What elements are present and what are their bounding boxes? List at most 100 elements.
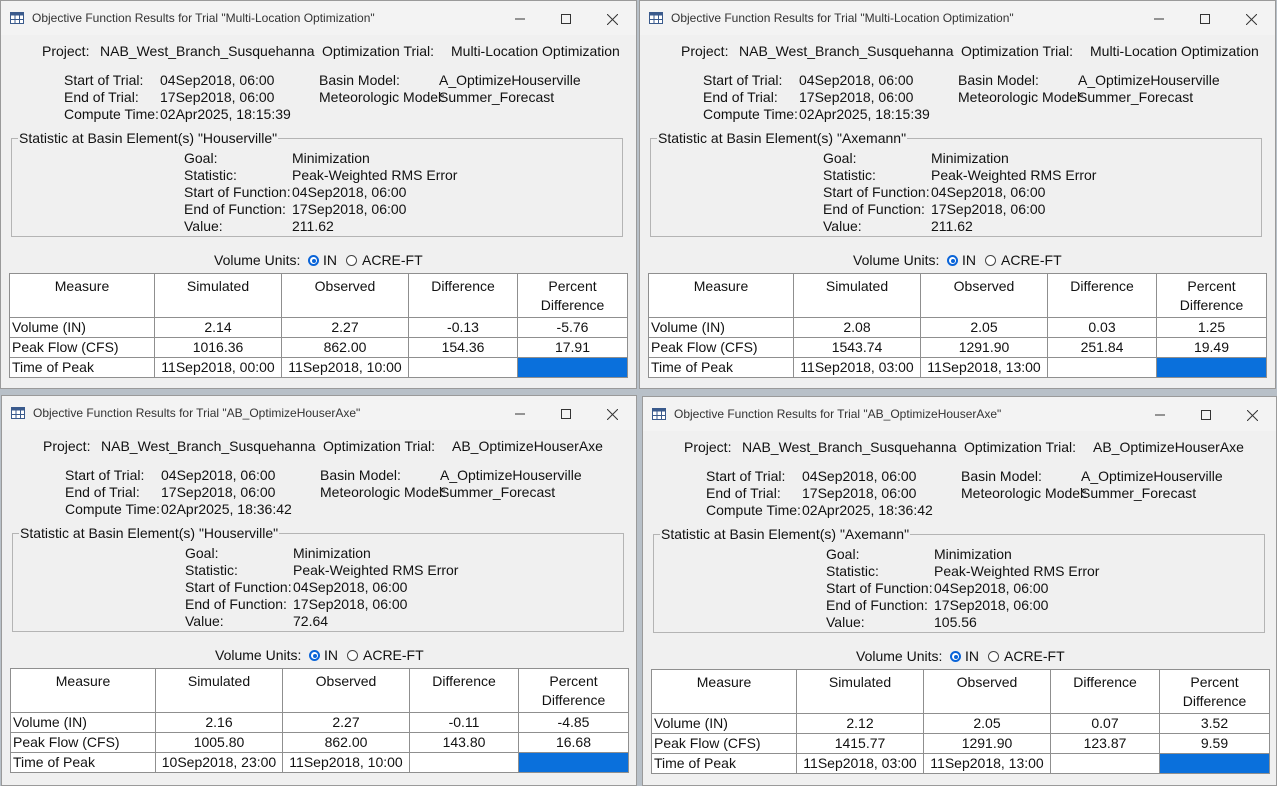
- maximize-icon[interactable]: [1186, 401, 1226, 427]
- table-cell[interactable]: Volume (IN): [9, 317, 155, 338]
- table-cell[interactable]: 11Sep2018, 03:00: [796, 753, 924, 774]
- column-header-observed[interactable]: Observed: [282, 668, 410, 713]
- minimize-icon[interactable]: [1139, 5, 1179, 31]
- minimize-icon[interactable]: [500, 5, 540, 31]
- table-cell[interactable]: 862.00: [281, 337, 409, 358]
- table-cell[interactable]: 251.84: [1047, 337, 1157, 358]
- table-row[interactable]: Volume (IN) 2.08 2.05 0.03 1.25: [648, 317, 1267, 338]
- unit-acre-ft-radio[interactable]: [985, 255, 996, 266]
- table-cell[interactable]: 2.05: [923, 713, 1051, 734]
- table-cell[interactable]: -0.11: [409, 712, 519, 733]
- table-cell[interactable]: 123.87: [1050, 733, 1160, 754]
- table-row[interactable]: Peak Flow (CFS) 1415.77 1291.90 123.87 9.59: [651, 733, 1270, 754]
- table-cell[interactable]: 1005.80: [155, 732, 283, 753]
- table-cell[interactable]: 0.03: [1047, 317, 1157, 338]
- table-cell[interactable]: 11Sep2018, 10:00: [282, 752, 410, 773]
- column-header-observed[interactable]: Observed: [281, 273, 409, 318]
- column-header-percent-difference[interactable]: Percent Difference: [517, 273, 628, 318]
- table-cell[interactable]: 2.14: [154, 317, 282, 338]
- table-row[interactable]: Time of Peak 11Sep2018, 00:00 11Sep2018, 1…: [9, 357, 628, 378]
- table-cell[interactable]: 9.59: [1159, 733, 1270, 754]
- unit-acre-ft-label[interactable]: ACRE-FT: [362, 252, 423, 268]
- title-bar[interactable]: Objective Function Results for Trial "AB…: [643, 397, 1276, 431]
- maximize-icon[interactable]: [1185, 5, 1225, 31]
- unit-acre-ft-radio[interactable]: [347, 650, 358, 661]
- maximize-icon[interactable]: [546, 400, 586, 426]
- column-header-observed[interactable]: Observed: [923, 669, 1051, 714]
- column-header-simulated[interactable]: Simulated: [154, 273, 282, 318]
- table-row[interactable]: Peak Flow (CFS) 1016.36 862.00 154.36 17.91: [9, 337, 628, 358]
- table-row[interactable]: Peak Flow (CFS) 1543.74 1291.90 251.84 19.49: [648, 337, 1267, 358]
- unit-in-label[interactable]: IN: [324, 647, 338, 663]
- table-row[interactable]: Volume (IN) 2.12 2.05 0.07 3.52: [651, 713, 1270, 734]
- table-cell[interactable]: Time of Peak: [648, 357, 794, 378]
- column-header-difference[interactable]: Difference: [408, 273, 518, 318]
- table-cell[interactable]: 11Sep2018, 13:00: [920, 357, 1048, 378]
- unit-acre-ft-label[interactable]: ACRE-FT: [1004, 648, 1065, 664]
- column-header-observed[interactable]: Observed: [920, 273, 1048, 318]
- table-cell[interactable]: [1047, 357, 1157, 378]
- table-cell[interactable]: 17.91: [517, 337, 628, 358]
- table-cell[interactable]: 1543.74: [793, 337, 921, 358]
- column-header-measure[interactable]: Measure: [648, 273, 794, 318]
- table-row[interactable]: Time of Peak 11Sep2018, 03:00 11Sep2018, 1…: [648, 357, 1267, 378]
- table-cell[interactable]: 0.07: [1050, 713, 1160, 734]
- table-cell[interactable]: [409, 752, 519, 773]
- table-cell[interactable]: Time of Peak: [10, 752, 156, 773]
- column-header-percent-difference[interactable]: Percent Difference: [1159, 669, 1270, 714]
- table-cell[interactable]: Volume (IN): [651, 713, 797, 734]
- table-cell[interactable]: 2.27: [281, 317, 409, 338]
- maximize-icon[interactable]: [546, 5, 586, 31]
- table-cell[interactable]: -4.85: [518, 712, 629, 733]
- table-row[interactable]: Time of Peak 10Sep2018, 23:00 11Sep2018, 1…: [10, 752, 629, 773]
- table-cell[interactable]: 11Sep2018, 13:00: [923, 753, 1051, 774]
- table-cell[interactable]: 16.68: [518, 732, 629, 753]
- minimize-icon[interactable]: [500, 400, 540, 426]
- table-cell[interactable]: Peak Flow (CFS): [648, 337, 794, 358]
- minimize-icon[interactable]: [1140, 401, 1180, 427]
- table-cell[interactable]: -0.13: [408, 317, 518, 338]
- table-cell[interactable]: 11Sep2018, 10:00: [281, 357, 409, 378]
- table-row[interactable]: Volume (IN) 2.16 2.27 -0.11 -4.85: [10, 712, 629, 733]
- table-cell[interactable]: 1291.90: [920, 337, 1048, 358]
- table-cell[interactable]: Volume (IN): [648, 317, 794, 338]
- table-cell[interactable]: 154.36: [408, 337, 518, 358]
- unit-acre-ft-label[interactable]: ACRE-FT: [1001, 252, 1062, 268]
- table-cell[interactable]: -5.76: [517, 317, 628, 338]
- table-cell[interactable]: 862.00: [282, 732, 410, 753]
- close-icon[interactable]: [592, 400, 632, 426]
- table-cell[interactable]: [1156, 357, 1267, 378]
- title-bar[interactable]: Objective Function Results for Trial "Mu…: [640, 1, 1275, 35]
- table-cell[interactable]: [1159, 753, 1270, 774]
- table-row[interactable]: Volume (IN) 2.14 2.27 -0.13 -5.76: [9, 317, 628, 338]
- table-cell[interactable]: 2.05: [920, 317, 1048, 338]
- table-cell[interactable]: 3.52: [1159, 713, 1270, 734]
- unit-in-label[interactable]: IN: [962, 252, 976, 268]
- column-header-difference[interactable]: Difference: [409, 668, 519, 713]
- table-cell[interactable]: Peak Flow (CFS): [9, 337, 155, 358]
- table-row[interactable]: Time of Peak 11Sep2018, 03:00 11Sep2018, 1…: [651, 753, 1270, 774]
- table-cell[interactable]: 1016.36: [154, 337, 282, 358]
- column-header-percent-difference[interactable]: Percent Difference: [518, 668, 629, 713]
- table-row[interactable]: Peak Flow (CFS) 1005.80 862.00 143.80 16.68: [10, 732, 629, 753]
- column-header-measure[interactable]: Measure: [10, 668, 156, 713]
- title-bar[interactable]: Objective Function Results for Trial "Mu…: [1, 1, 636, 35]
- table-cell[interactable]: [517, 357, 628, 378]
- table-cell[interactable]: Volume (IN): [10, 712, 156, 733]
- column-header-difference[interactable]: Difference: [1047, 273, 1157, 318]
- close-icon[interactable]: [592, 5, 632, 31]
- unit-acre-ft-radio[interactable]: [988, 651, 999, 662]
- unit-in-label[interactable]: IN: [965, 648, 979, 664]
- table-cell[interactable]: 19.49: [1156, 337, 1267, 358]
- table-cell[interactable]: 2.08: [793, 317, 921, 338]
- column-header-difference[interactable]: Difference: [1050, 669, 1160, 714]
- table-cell[interactable]: [1050, 753, 1160, 774]
- table-cell[interactable]: 2.27: [282, 712, 410, 733]
- column-header-simulated[interactable]: Simulated: [793, 273, 921, 318]
- close-icon[interactable]: [1232, 401, 1272, 427]
- table-cell[interactable]: Time of Peak: [651, 753, 797, 774]
- unit-acre-ft-radio[interactable]: [346, 255, 357, 266]
- table-cell[interactable]: 1291.90: [923, 733, 1051, 754]
- table-cell[interactable]: 2.16: [155, 712, 283, 733]
- table-cell[interactable]: [518, 752, 629, 773]
